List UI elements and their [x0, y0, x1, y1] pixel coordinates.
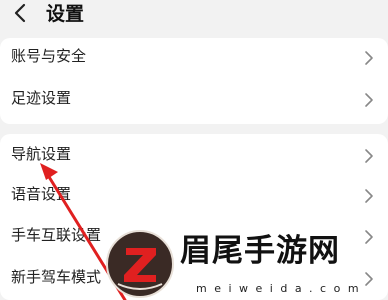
- settings-group-account: 账号与安全 足迹设置: [0, 38, 388, 124]
- settings-item-footprint[interactable]: 足迹设置: [0, 80, 388, 120]
- chevron-right-icon: [365, 189, 373, 203]
- settings-item-label: 语音设置: [11, 185, 72, 203]
- chevron-right-icon: [365, 51, 373, 65]
- chevron-left-icon[interactable]: [12, 3, 28, 23]
- watermark-url: m e i w e i d a . c o m: [196, 282, 361, 295]
- watermark: 眉尾手游网 m e i w e i d a . c o m: [104, 222, 388, 300]
- settings-item-label: 新手驾车模式: [11, 268, 102, 286]
- watermark-text: 眉尾手游网: [180, 233, 340, 269]
- top-bar: 设置: [0, 0, 388, 30]
- settings-item-navigation[interactable]: 导航设置: [0, 136, 388, 176]
- chevron-right-icon: [365, 149, 373, 163]
- settings-item-label: 足迹设置: [11, 89, 72, 107]
- settings-item-label: 导航设置: [11, 145, 72, 163]
- settings-item-voice[interactable]: 语音设置: [0, 176, 388, 216]
- settings-item-label: 账号与安全: [11, 47, 87, 65]
- chevron-right-icon: [365, 93, 373, 107]
- settings-item-label: 手车互联设置: [11, 226, 102, 244]
- settings-item-account-security[interactable]: 账号与安全: [0, 38, 388, 78]
- watermark-logo: [106, 230, 174, 298]
- page-title: 设置: [46, 3, 85, 25]
